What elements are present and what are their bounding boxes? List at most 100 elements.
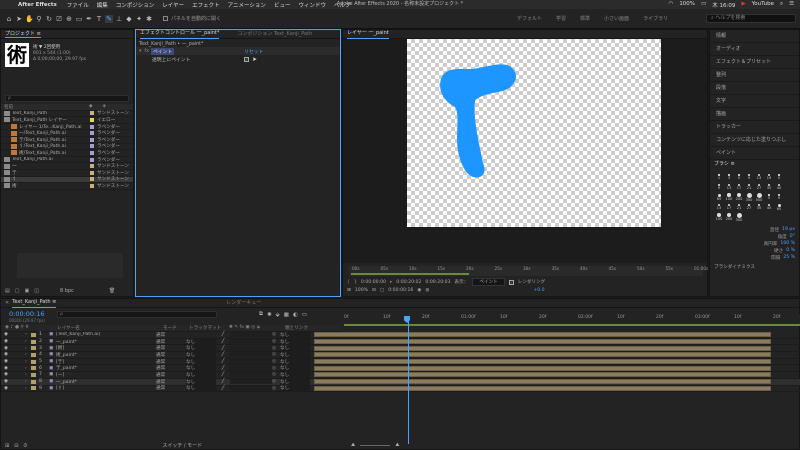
brush-preset[interactable]: 5 [774, 172, 784, 182]
puppet-tool-icon[interactable]: ✱ [145, 15, 153, 23]
layer-parent[interactable]: なし [280, 385, 310, 392]
layer-name[interactable]: 一_paint* [56, 339, 156, 345]
out-point-icon[interactable]: } [354, 280, 357, 285]
right-panel-item[interactable]: 文字 [710, 95, 799, 108]
visibility-eye-icon[interactable]: ◉ [1, 359, 9, 364]
tab-project[interactable]: プロジェクト ≡ [5, 31, 41, 38]
help-search-input[interactable]: ⌕ ヘルプを検索 [706, 14, 796, 23]
label-swatch[interactable] [31, 372, 36, 377]
menu-edit[interactable]: 編集 [97, 1, 108, 9]
snapshot-icon[interactable]: ◉ [417, 288, 421, 293]
pickwhip-icon[interactable]: ◎ [272, 352, 280, 357]
clone-stamp-tool-icon[interactable]: ⊥ [115, 15, 123, 23]
right-panel-item[interactable]: 描画 [710, 108, 799, 121]
timeline-layer-row[interactable]: ◉ › 9 ▣ [彳] 通常 なし ╱ ◎ なし [1, 385, 800, 393]
zoom-out-icon[interactable]: ⛰ [351, 442, 355, 448]
workspace-default[interactable]: デフォルト [517, 15, 542, 22]
layer-parent[interactable]: なし [280, 331, 310, 338]
search-icon[interactable]: ⌕ [780, 1, 783, 9]
brush-preset[interactable]: 200 [734, 192, 744, 202]
right-panel-item[interactable]: ペイント [710, 147, 799, 160]
tab-composition[interactable]: コンポジション Text_Kanji_Path [237, 30, 312, 39]
visibility-eye-icon[interactable]: ◉ [1, 372, 9, 377]
layer-parent[interactable]: なし [280, 378, 310, 385]
layer-trkmat[interactable]: なし [186, 351, 216, 358]
reset-link[interactable]: リセット [244, 48, 263, 55]
label-swatch[interactable] [31, 352, 36, 357]
toggle-switches-modes[interactable]: スイッチ / モード [162, 442, 202, 449]
work-area-bar[interactable] [351, 273, 469, 275]
quality-icon[interactable]: ╱ [216, 339, 230, 344]
label-color-swatch[interactable] [90, 137, 94, 142]
draft-3d-icon[interactable]: ✺ [267, 312, 272, 318]
menu-effect[interactable]: エフェクト [192, 1, 220, 9]
quality-icon[interactable]: ╱ [216, 359, 230, 364]
label-color-swatch[interactable] [90, 177, 94, 182]
workspace-learn[interactable]: 学習 [556, 15, 566, 22]
new-comp-icon[interactable]: ▣ [24, 288, 29, 294]
layer-name[interactable]: [Text_Kanji_Path.ai] [56, 332, 156, 337]
col-parent[interactable]: 親とリンク [285, 325, 308, 331]
layer-duration-bar[interactable] [314, 365, 771, 371]
quality-icon[interactable]: ╱ [216, 386, 230, 391]
label-swatch[interactable] [31, 332, 36, 337]
brush-preset[interactable]: 19 [764, 172, 774, 182]
brush-preset[interactable]: 13 [724, 182, 734, 192]
pan-behind-tool-icon[interactable]: ⊕ [65, 15, 73, 23]
fx-icon[interactable]: fx [144, 49, 149, 54]
brush-preset[interactable]: 1 [714, 172, 724, 182]
brush-dynamics[interactable]: ブラシダイナミクス [710, 264, 799, 270]
layer-duration-bar[interactable] [314, 359, 771, 365]
col-mode[interactable]: モード [163, 325, 183, 331]
right-panel-item[interactable]: エフェクト＆プリセット [710, 56, 799, 69]
label-color-swatch[interactable] [90, 124, 94, 129]
quality-icon[interactable]: ╱ [216, 352, 230, 357]
motion-blur-icon[interactable]: ◐ [293, 312, 298, 318]
layer-trkmat[interactable]: なし [186, 378, 216, 385]
menu-animation[interactable]: アニメーション [228, 1, 266, 9]
visibility-eye-icon[interactable]: ◉ [1, 352, 9, 357]
quality-icon[interactable]: ╱ [216, 346, 230, 351]
magnification-dropdown[interactable]: 100% [355, 288, 368, 293]
workspace-libraries[interactable]: ライブラリ [643, 15, 668, 22]
layer-parent[interactable]: なし [280, 371, 310, 378]
layer-parent[interactable]: なし [280, 365, 310, 372]
layer-parent[interactable]: なし [280, 338, 310, 345]
brush-preset[interactable]: 500 [754, 192, 764, 202]
close-icon[interactable]: ✕ [5, 299, 9, 308]
layer-duration-bar[interactable] [314, 385, 771, 391]
visibility-eye-icon[interactable]: ◉ [1, 379, 9, 384]
menu-view[interactable]: ビュー [274, 1, 291, 9]
visibility-eye-icon[interactable]: ◉ [1, 366, 9, 371]
menu-icon[interactable]: ☰ [789, 1, 794, 9]
menu-window[interactable]: ウィンドウ [298, 1, 326, 9]
pen-tool-icon[interactable]: ✒ [85, 15, 93, 23]
layer-name[interactable]: 一_paint* [56, 379, 156, 385]
visibility-eye-icon[interactable]: ◉ [1, 346, 9, 351]
label-col-icon[interactable]: ◆ [89, 104, 93, 109]
param-value[interactable]: 19 px [782, 227, 795, 234]
param-value[interactable]: 0° [790, 234, 795, 241]
zoom-in-icon[interactable]: ⛰ [395, 442, 399, 448]
brush-preset[interactable]: 27 [744, 202, 754, 212]
quality-icon[interactable]: ╱ [216, 332, 230, 337]
visibility-eye-icon[interactable]: ◉ [1, 332, 9, 337]
selection-tool-icon[interactable]: ➤ [15, 15, 23, 23]
current-time-display[interactable]: 0:00:00:16 [388, 288, 413, 293]
layer-name[interactable]: 術_paint* [56, 352, 156, 358]
brush-preset[interactable]: 100 [714, 212, 724, 222]
frame-render-icon[interactable]: ⏱ [23, 443, 27, 449]
right-panel-item[interactable]: トラッカー [710, 121, 799, 134]
layer-duration-bar[interactable] [314, 339, 771, 345]
label-swatch[interactable] [31, 366, 36, 371]
layer-duration-bar[interactable] [314, 332, 771, 338]
timeline-search-input[interactable]: ρ [57, 311, 217, 318]
label-color-swatch[interactable] [90, 157, 94, 162]
layer-parent[interactable]: なし [280, 358, 310, 365]
channel-icon[interactable]: ◍ [425, 288, 429, 293]
brush-preset[interactable]: 13 [714, 202, 724, 212]
rectangle-tool-icon[interactable]: ▭ [75, 15, 83, 23]
col-name[interactable]: 名前 [4, 104, 89, 110]
in-marker-icon[interactable]: ▸ [390, 280, 392, 285]
pickwhip-icon[interactable]: ◎ [272, 386, 280, 391]
